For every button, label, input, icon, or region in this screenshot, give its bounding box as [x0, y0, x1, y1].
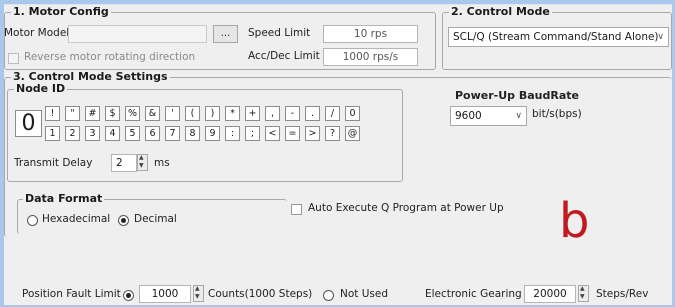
position-fault-spinner[interactable]	[193, 285, 204, 302]
node-id-key[interactable]: "	[65, 106, 80, 121]
motor-model-label: Motor Model	[4, 27, 70, 39]
position-fault-radio[interactable]	[123, 290, 134, 301]
node-id-key[interactable]: =	[285, 126, 300, 141]
node-id-key[interactable]: 1	[45, 126, 60, 141]
auto-execute-checkbox[interactable]	[291, 204, 302, 215]
auto-execute-label: Auto Execute Q Program at Power Up	[308, 202, 504, 214]
node-id-key[interactable]: 9	[205, 126, 220, 141]
reverse-direction-checkbox[interactable]	[8, 53, 19, 64]
hexadecimal-label: Hexadecimal	[42, 213, 111, 225]
acc-dec-limit-field[interactable]: 1000 rps/s	[323, 48, 418, 66]
position-fault-label: Position Fault Limit	[22, 288, 121, 300]
decimal-label: Decimal	[134, 213, 177, 225]
control-mode-value: SCL/Q (Stream Command/Stand Alone)	[453, 31, 659, 43]
chevron-down-icon: ∨	[657, 32, 664, 42]
baud-rate-unit: bit/s(bps)	[532, 108, 582, 120]
node-id-key[interactable]: 5	[125, 126, 140, 141]
browse-motor-button[interactable]: ...	[213, 25, 238, 43]
node-id-key[interactable]: &	[145, 106, 160, 121]
decimal-radio[interactable]	[118, 215, 129, 226]
node-id-key[interactable]: ,	[265, 106, 280, 121]
motor-model-field[interactable]	[68, 25, 207, 43]
reverse-direction-label: Reverse motor rotating direction	[24, 51, 196, 63]
settings-panel: 1. Motor Config Motor Model ... Reverse …	[4, 4, 672, 305]
control-mode-title: 2. Control Mode	[449, 5, 552, 18]
baud-rate-value: 9600	[455, 110, 482, 122]
node-id-key[interactable]: (	[185, 106, 200, 121]
node-id-key[interactable]: !	[45, 106, 60, 121]
node-id-key[interactable]: 6	[145, 126, 160, 141]
hexadecimal-radio[interactable]	[27, 215, 38, 226]
figure-panel-letter: b	[559, 193, 590, 249]
node-id-key[interactable]: 3	[85, 126, 100, 141]
speed-limit-field[interactable]: 10 rps	[323, 25, 418, 43]
node-id-key[interactable]: 0	[345, 106, 360, 121]
node-id-key[interactable]: 8	[185, 126, 200, 141]
node-id-key[interactable]: >	[305, 126, 320, 141]
motor-config-title: 1. Motor Config	[11, 5, 111, 18]
position-fault-field[interactable]: 1000	[139, 285, 191, 303]
transmit-delay-unit: ms	[154, 157, 170, 169]
node-id-key[interactable]: +	[245, 106, 260, 121]
baud-rate-select[interactable]: 9600 ∨	[450, 106, 527, 126]
node-id-key[interactable]: #	[85, 106, 100, 121]
node-id-key[interactable]: ;	[245, 126, 260, 141]
transmit-delay-field[interactable]: 2	[111, 154, 137, 172]
node-id-key[interactable]: *	[225, 106, 240, 121]
node-id-title: Node ID	[14, 82, 68, 95]
baud-rate-label: Power-Up BaudRate	[455, 89, 579, 102]
transmit-delay-label: Transmit Delay	[14, 157, 93, 169]
node-id-key[interactable]: ?	[325, 126, 340, 141]
node-id-key[interactable]: $	[105, 106, 120, 121]
not-used-label: Not Used	[340, 288, 389, 300]
node-id-key[interactable]: )	[205, 106, 220, 121]
speed-limit-label: Speed Limit	[248, 27, 311, 39]
node-id-key[interactable]: %	[125, 106, 140, 121]
control-mode-select[interactable]: SCL/Q (Stream Command/Stand Alone) ∨	[448, 27, 669, 47]
node-id-key[interactable]: 2	[65, 126, 80, 141]
node-id-group: Node ID 0 ! " # $% & '() * +, -./0 1 2 3 4 5 6 7 8 9:; < = >…	[7, 82, 403, 182]
node-id-display: 0	[15, 110, 42, 137]
node-id-key[interactable]: -	[285, 106, 300, 121]
not-used-radio[interactable]	[323, 290, 334, 301]
acc-dec-limit-label: Acc/Dec Limit	[248, 50, 320, 62]
motor-config-group: 1. Motor Config Motor Model ... Reverse …	[4, 5, 436, 70]
node-id-key[interactable]: <	[265, 126, 280, 141]
data-format-title: Data Format	[23, 192, 105, 205]
position-fault-unit: Counts(1000 Steps)	[208, 288, 313, 300]
electronic-gearing-label: Electronic Gearing	[425, 288, 522, 300]
transmit-delay-spinner[interactable]	[137, 154, 148, 171]
node-id-key[interactable]: .	[305, 106, 320, 121]
electronic-gearing-unit: Steps/Rev	[596, 288, 649, 300]
node-id-key[interactable]: /	[325, 106, 340, 121]
electronic-gearing-spinner[interactable]	[578, 285, 589, 302]
node-id-key[interactable]: :	[225, 126, 240, 141]
control-mode-group: 2. Control Mode SCL/Q (Stream Command/St…	[442, 5, 672, 70]
electronic-gearing-field[interactable]: 20000	[524, 285, 576, 303]
data-format-group: Data Format Hexadecimal Decimal	[17, 192, 287, 234]
chevron-down-icon: ∨	[515, 111, 522, 121]
node-id-key[interactable]: @	[345, 126, 360, 141]
node-id-key[interactable]: '	[165, 106, 180, 121]
node-id-key[interactable]: 7	[165, 126, 180, 141]
node-id-key[interactable]: 4	[105, 126, 120, 141]
